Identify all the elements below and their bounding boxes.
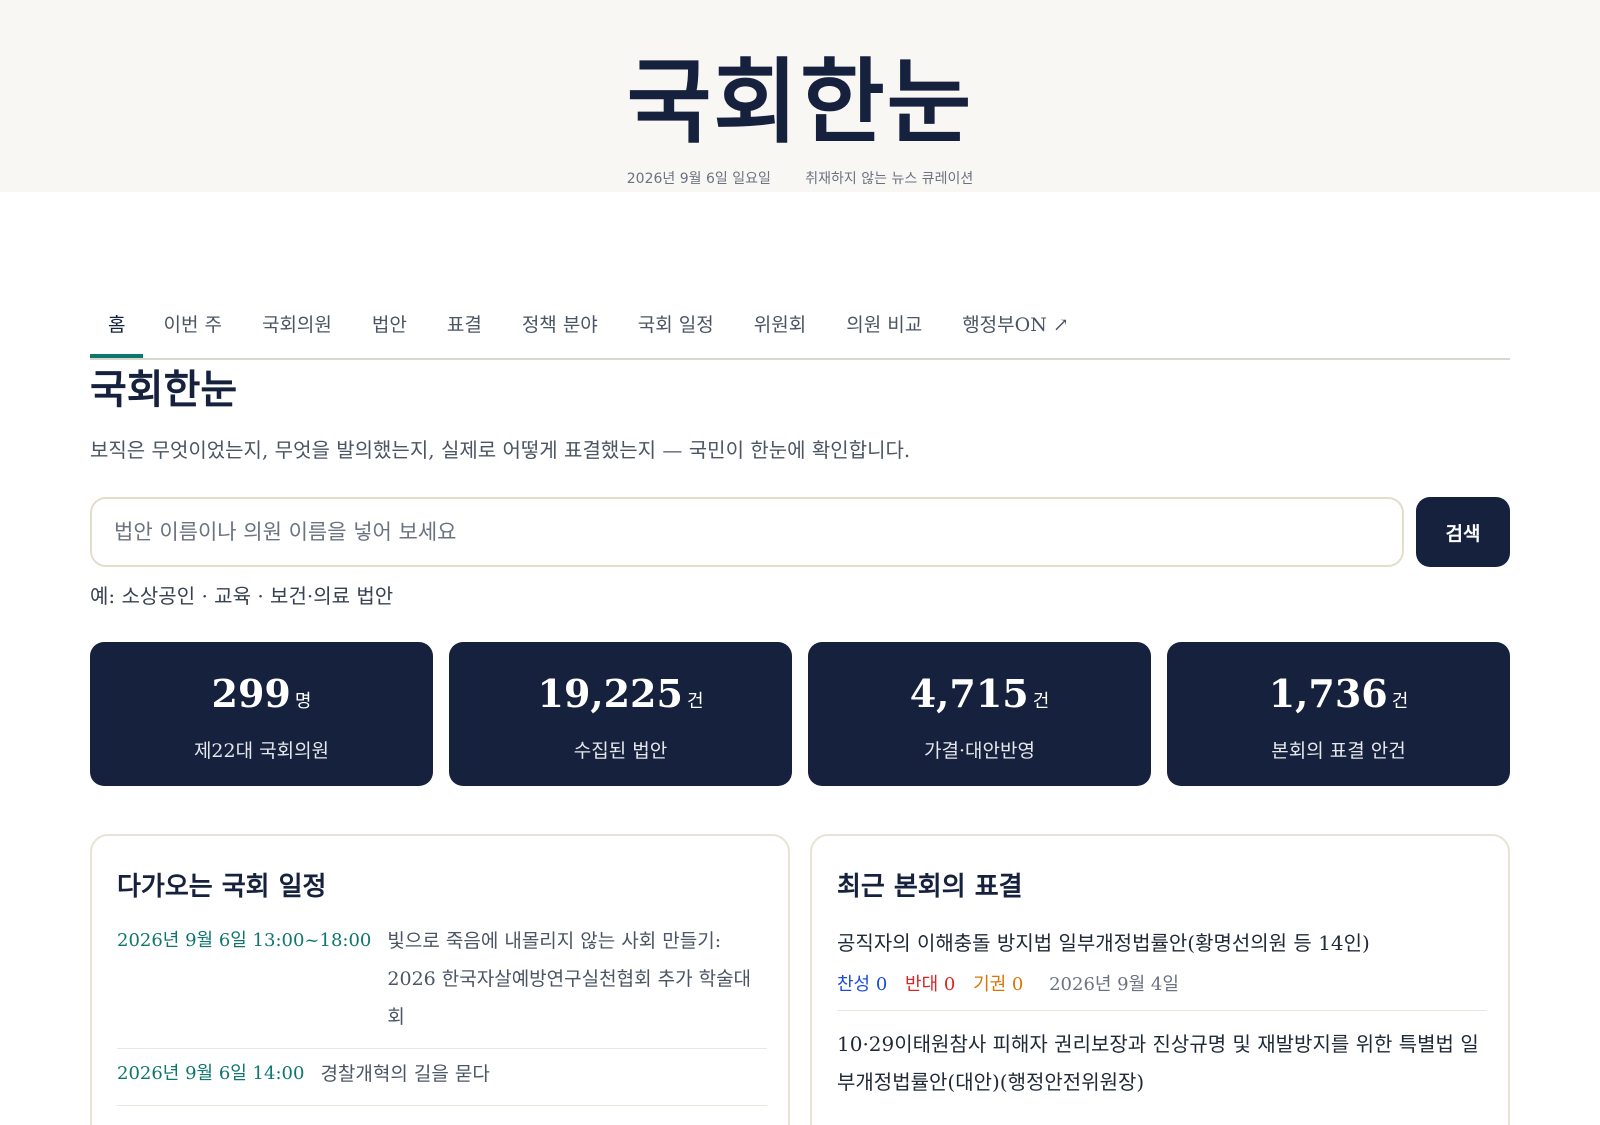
schedule-item[interactable]: 2026년 9월 6일 14:00 경찰개혁의 길을 묻다 [117,1049,767,1106]
stat-card-members: 299 명 제22대 국회의원 [90,642,433,786]
stat-label: 본회의 표결 안건 [1271,740,1406,762]
masthead: 국회한눈 2026년 9월 6일 일요일 취재하지 않는 뉴스 큐레이션 [0,0,1600,192]
stat-card-passed: 4,715 건 가결·대안반영 [808,642,1151,786]
stat-label: 수집된 법안 [573,740,668,762]
vote-no: 반대 0 [905,974,956,995]
votes-title: 최근 본회의 표결 [837,872,1023,902]
schedule-date: 2026년 9월 6일 14:00 [117,1063,305,1084]
nav-votes[interactable]: 표결 [427,308,502,358]
nav-member-compare[interactable]: 의원 비교 [826,308,942,358]
search-button[interactable]: 검색 [1416,497,1510,567]
stat-value: 4,715 건 [909,671,1050,716]
schedule-panel: 다가오는 국회 일정 2026년 9월 6일 13:00~18:00 빛으로 죽… [90,834,790,1125]
stat-label: 제22대 국회의원 [193,740,330,762]
stat-card-bills: 19,225 건 수집된 법안 [449,642,792,786]
schedule-date: 2026년 9월 6일 13:00~18:00 [117,930,372,951]
nav-members[interactable]: 국회의원 [242,308,352,358]
page-title: 국회한눈 [90,367,238,413]
votes-panel: 최근 본회의 표결 공직자의 이해충돌 방지법 일부개정법률안(황명선의원 등 … [810,834,1510,1125]
stat-value: 19,225 건 [537,671,704,716]
vote-abstain: 기권 0 [973,974,1024,995]
vote-yes: 찬성 0 [837,974,888,995]
vote-tally: 찬성 0 반대 0 기권 0 2026년 9월 4일 [837,970,1487,1011]
stat-value: 299 명 [211,671,312,716]
main-nav: 홈 이번 주 국회의원 법안 표결 정책 분야 국회 일정 위원회 의원 비교 … [90,308,1510,360]
vote-bill-title: 10·29이태원참사 피해자 권리보장과 진상규명 및 재발방지를 위한 특별법… [837,1032,1479,1094]
masthead-date: 2026년 9월 6일 일요일 [626,171,771,187]
schedule-text: 빛으로 죽음에 내몰리지 않는 사회 만들기: 2026 한국자살예방연구실천협… [387,930,752,1028]
search-examples: 예: 소상공인 · 교육 · 보건·의료 법안 [90,584,394,608]
masthead-tagline: 취재하지 않는 뉴스 큐레이션 [805,171,974,187]
nav-bills[interactable]: 법안 [352,308,427,358]
nav-this-week[interactable]: 이번 주 [143,308,241,358]
masthead-title: 국회한눈 [626,48,974,156]
schedule-item[interactable]: 2026년 9월 6일 13:00~18:00 빛으로 죽음에 내몰리지 않는 … [117,916,767,1049]
stat-card-plenary-votes: 1,736 건 본회의 표결 안건 [1167,642,1510,786]
search-input[interactable] [90,497,1404,567]
page-description: 보직은 무엇이었는지, 무엇을 발의했는지, 실제로 어떻게 표결했는지 — 국… [90,438,911,462]
schedule-title: 다가오는 국회 일정 [117,872,327,902]
vote-bill-title: 공직자의 이해충돌 방지법 일부개정법률안(황명선의원 등 14인) [837,931,1370,955]
vote-date: 2026년 9월 4일 [1049,974,1179,995]
schedule-list: 2026년 9월 6일 13:00~18:00 빛으로 죽음에 내몰리지 않는 … [117,916,767,1106]
vote-item[interactable]: 공직자의 이해충돌 방지법 일부개정법률안(황명선의원 등 14인) 찬성 0 … [837,924,1487,1011]
vote-item[interactable]: 10·29이태원참사 피해자 권리보장과 진상규명 및 재발방지를 위한 특별법… [837,1025,1487,1101]
nav-schedule[interactable]: 국회 일정 [618,308,734,358]
nav-home[interactable]: 홈 [90,308,144,358]
votes-list: 공직자의 이해충돌 방지법 일부개정법률안(황명선의원 등 14인) 찬성 0 … [837,924,1487,1101]
masthead-subline: 2026년 9월 6일 일요일 취재하지 않는 뉴스 큐레이션 [0,168,1600,188]
stat-label: 가결·대안반영 [924,740,1035,762]
schedule-text: 경찰개혁의 길을 묻다 [320,1063,490,1085]
nav-committees[interactable]: 위원회 [734,308,826,358]
nav-executive-external-link[interactable]: 행정부ON ↗ [942,308,1089,358]
nav-policy-areas[interactable]: 정책 분야 [502,308,618,358]
stats-row: 299 명 제22대 국회의원 19,225 건 수집된 법안 4,715 건 가결·… [90,642,1510,786]
stat-value: 1,736 건 [1268,671,1409,716]
